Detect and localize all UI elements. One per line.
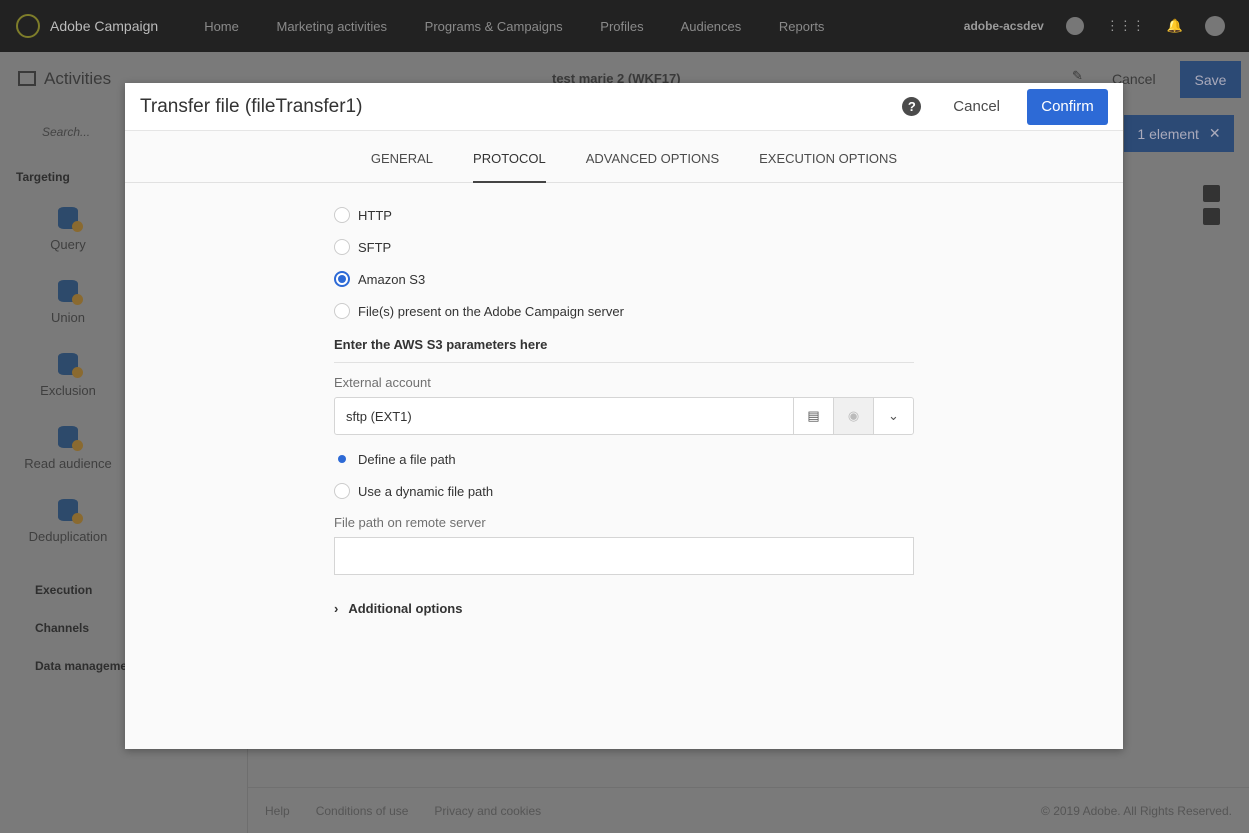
query-icon [58,207,83,232]
selection-count: 1 element [1137,125,1199,142]
zoom-in-icon[interactable] [1203,185,1220,202]
tab-general[interactable]: GENERAL [371,131,433,183]
confirm-button[interactable]: Confirm [1027,88,1108,125]
activity-query[interactable]: Query [20,207,116,252]
external-account-value[interactable]: sftp (EXT1) [335,398,793,434]
dynamic-file-path-radio[interactable]: Use a dynamic file path [334,475,914,507]
radio-selected-icon [334,451,350,467]
section-targeting[interactable]: Targeting [16,170,70,184]
activity-deduplication[interactable]: Deduplication [20,499,116,544]
nav-profiles[interactable]: Profiles [600,19,643,34]
radio-label: File(s) present on the Adobe Campaign se… [358,303,624,319]
tab-protocol[interactable]: PROTOCOL [473,131,546,183]
chevron-down-icon[interactable]: ⌄ [873,398,913,434]
chevron-right-icon: › [334,601,339,616]
radio-icon [334,483,350,499]
apps-grid-icon[interactable]: ⋮⋮⋮ [1106,18,1145,34]
radio-label: Define a file path [358,451,456,467]
section-heading: Enter the AWS S3 parameters here [334,337,914,363]
section-data-management[interactable]: Data management [35,659,138,673]
transfer-file-dialog: Transfer file (fileTransfer1) ? Cancel C… [125,83,1123,749]
section-channels[interactable]: Channels [35,621,89,635]
brand: Adobe Campaign [50,18,159,34]
activities-panel-icon[interactable] [18,71,36,86]
nav-audiences[interactable]: Audiences [681,19,742,34]
external-account-field[interactable]: sftp (EXT1) ▤ ◉ ⌄ [334,397,914,435]
user-name[interactable]: adobe-acsdev [964,19,1044,33]
edit-icon[interactable]: ✎ [1072,68,1083,84]
protocol-amazon-s3-radio[interactable]: Amazon S3 [334,263,914,295]
radio-label: SFTP [358,239,392,255]
footer-conditions-link[interactable]: Conditions of use [316,804,409,818]
external-account-label: External account [334,375,431,390]
zoom-out-icon[interactable] [1203,208,1220,225]
activity-union[interactable]: Union [20,280,116,325]
additional-options-label: Additional options [348,601,463,616]
file-path-label: File path on remote server [334,515,486,530]
radio-label: Amazon S3 [358,271,426,287]
help-icon[interactable]: ? [902,97,922,116]
copyright: © 2019 Adobe. All Rights Reserved. [1041,803,1232,818]
union-icon [58,280,83,305]
radio-icon [334,239,350,255]
nav-reports[interactable]: Reports [779,19,825,34]
deduplication-funnel-icon [58,499,83,524]
selection-badge[interactable]: 1 element ✕ [1124,115,1234,152]
additional-options-toggle[interactable]: › Additional options [334,601,914,616]
radio-icon [334,303,350,319]
radio-label: HTTP [358,207,392,223]
footer-privacy-link[interactable]: Privacy and cookies [434,804,541,818]
activity-label: Exclusion [40,383,96,398]
protocol-local-server-radio[interactable]: File(s) present on the Adobe Campaign se… [334,295,914,327]
close-icon[interactable]: ✕ [1209,125,1221,142]
activity-label: Deduplication [28,529,108,544]
activities-dropdown[interactable]: Activities [44,69,111,89]
activity-exclusion[interactable]: Exclusion [20,353,116,398]
tab-advanced-options[interactable]: ADVANCED OPTIONS [586,131,719,183]
read-audience-icon [58,426,83,451]
tab-execution-options[interactable]: EXECUTION OPTIONS [759,131,897,183]
help-icon[interactable] [1065,17,1084,35]
file-path-input[interactable] [334,537,914,575]
top-bar: Adobe Campaign Home Marketing activities… [0,0,1249,52]
protocol-http-radio[interactable]: HTTP [334,199,914,231]
activity-label: Union [51,310,85,325]
footer: Help Conditions of use Privacy and cooki… [248,787,1249,833]
define-file-path-radio[interactable]: Define a file path [334,443,914,475]
nav-marketing-activities[interactable]: Marketing activities [277,19,388,34]
protocol-sftp-radio[interactable]: SFTP [334,231,914,263]
search-input[interactable]: Search... [18,125,90,139]
footer-help-link[interactable]: Help [265,804,290,818]
main-nav: Home Marketing activities Programs & Cam… [204,19,858,34]
nav-home[interactable]: Home [204,19,239,34]
section-execution[interactable]: Execution [35,583,92,597]
eye-icon: ◉ [833,398,873,434]
avatar[interactable] [1205,16,1225,36]
activity-read-audience[interactable]: Read audience [20,426,116,471]
activity-label: Read audience [24,456,112,471]
radio-icon [334,207,350,223]
activity-label: Query [50,237,86,252]
radio-selected-icon [334,271,350,287]
nav-programs-campaigns[interactable]: Programs & Campaigns [425,19,563,34]
bell-icon[interactable]: 🔔 [1167,18,1183,34]
cancel-button[interactable]: Cancel [953,98,1000,115]
save-button[interactable]: Save [1180,61,1241,98]
exclusion-icon [58,353,83,378]
adobe-campaign-logo-icon [16,14,40,38]
radio-label: Use a dynamic file path [358,483,494,499]
browse-folder-icon[interactable]: ▤ [793,398,833,434]
dialog-title: Transfer file (fileTransfer1) [140,95,363,117]
protocol-form: HTTP SFTP Amazon S3 File(s) present on t… [334,199,914,616]
dialog-tabs: GENERAL PROTOCOL ADVANCED OPTIONS EXECUT… [125,131,1123,183]
